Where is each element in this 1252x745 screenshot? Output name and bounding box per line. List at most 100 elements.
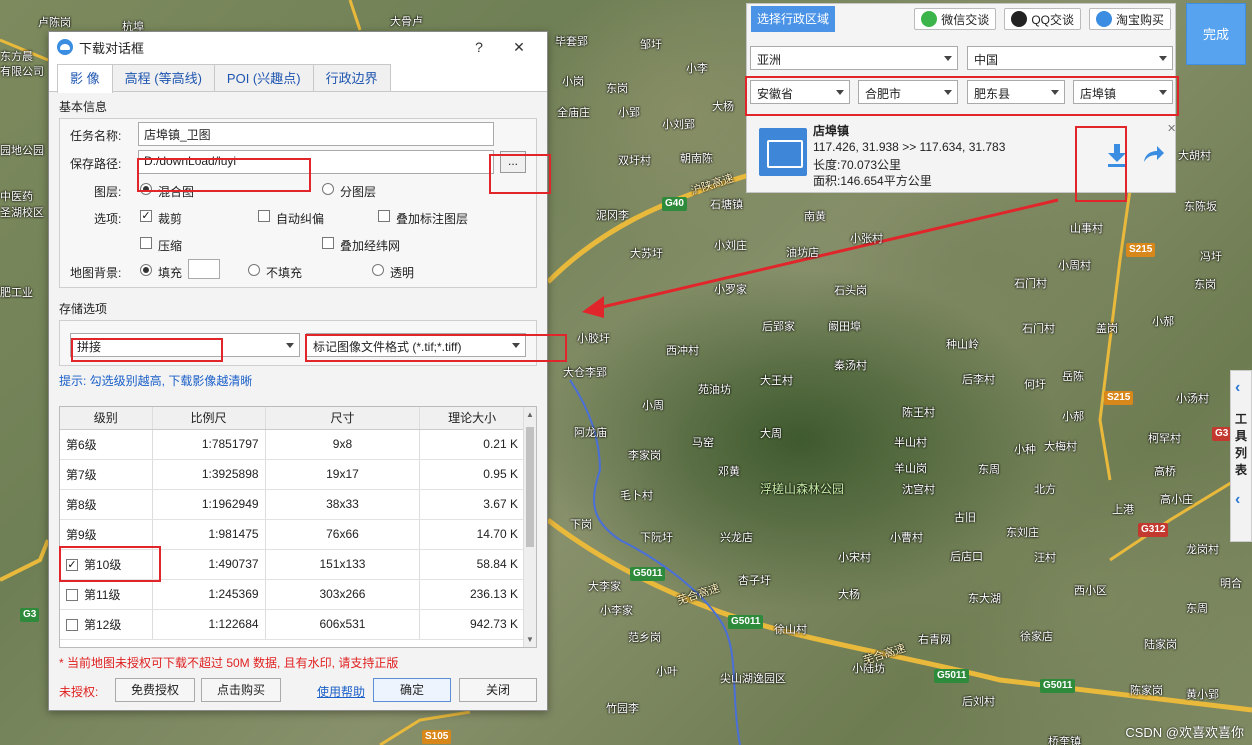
map-place-label: 阚田埠: [828, 321, 861, 333]
map-place-label: 北方: [1034, 484, 1056, 496]
size-cell: 151x133: [265, 549, 421, 580]
ok-button[interactable]: 确定: [373, 678, 451, 702]
country-select[interactable]: 中国: [967, 46, 1173, 70]
dialog-titlebar[interactable]: 下载对话框 ? ✕: [49, 32, 547, 62]
map-place-label: 岳陈: [1062, 371, 1084, 383]
task-name-input[interactable]: 店埠镇_卫图: [138, 122, 494, 146]
map-place-label: 东周: [1186, 603, 1208, 615]
close-dialog-button[interactable]: 关闭: [459, 678, 537, 702]
scroll-down-icon[interactable]: ▼: [526, 635, 534, 644]
help-link[interactable]: 使用帮助: [317, 683, 365, 700]
compress-checkbox[interactable]: [140, 237, 152, 249]
qq-chat-button[interactable]: QQ交谈: [1004, 8, 1081, 30]
column-header-theory[interactable]: 理论大小: [419, 407, 525, 430]
column-header-scale[interactable]: 比例尺: [152, 407, 266, 430]
toolbox-panel[interactable]: ‹ 工具列表 ‹: [1230, 370, 1252, 542]
map-place-label: 小张村: [850, 233, 883, 245]
info-close-icon[interactable]: ✕: [1167, 122, 1176, 135]
dialog-tabs: 影 像 高程 (等高线) POI (兴趣点) 行政边界: [49, 62, 547, 93]
layer-split-radio[interactable]: [322, 183, 334, 195]
level-checkbox[interactable]: [66, 589, 78, 602]
grid-label: 叠加经纬网: [340, 239, 401, 253]
scroll-up-icon[interactable]: ▲: [526, 410, 534, 419]
level-checkbox[interactable]: [66, 619, 78, 632]
finish-button[interactable]: 完成: [1186, 3, 1246, 65]
map-place-label: 卢陈岗: [38, 17, 71, 29]
table-header-row: 级别 比例尺 尺寸 理论大小: [60, 407, 525, 430]
map-place-label: 徐家店: [1020, 631, 1053, 643]
map-place-label: 陆家岗: [1144, 639, 1177, 651]
scale-cell: 1:490737: [152, 549, 266, 580]
level-cell[interactable]: 第6级: [60, 429, 153, 460]
size-cell: 38x33: [265, 489, 421, 520]
level-cell[interactable]: 第12级: [60, 609, 153, 640]
table-row[interactable]: 第6级 1:7851797 9x8 0.21 K: [60, 429, 525, 460]
map-place-label: 东岗: [606, 83, 628, 95]
map-place-label: 尖山湖逸园区: [720, 673, 786, 685]
map-place-label: 阿龙庙: [574, 427, 607, 439]
map-place-label: 杏子圩: [738, 575, 771, 587]
road-number-badge: S215: [1126, 243, 1156, 257]
bg-fill-radio[interactable]: [140, 264, 152, 276]
crop-checkbox[interactable]: ✓: [140, 210, 152, 222]
tab-elevation[interactable]: 高程 (等高线): [111, 64, 215, 91]
grid-checkbox[interactable]: [322, 237, 334, 249]
column-header-level[interactable]: 级别: [60, 407, 153, 430]
column-header-size[interactable]: 尺寸: [265, 407, 421, 430]
road-number-badge: G40: [662, 197, 687, 211]
chevron-left-icon[interactable]: ‹: [1235, 491, 1240, 509]
map-place-label: 东大湖: [968, 593, 1001, 605]
level-cell[interactable]: 第8级: [60, 489, 153, 520]
table-row[interactable]: 第7级 1:3925898 19x17 0.95 K: [60, 459, 525, 490]
map-place-label: 小周村: [1058, 260, 1091, 272]
layer-split-label: 分图层: [340, 185, 377, 199]
continent-select[interactable]: 亚洲: [750, 46, 958, 70]
scale-cell: 1:245369: [152, 579, 266, 610]
level-cell[interactable]: 第11级: [60, 579, 153, 610]
map-place-label: 小叶: [656, 666, 678, 678]
map-place-label: 陈王村: [902, 407, 935, 419]
buy-button[interactable]: 点击购买: [201, 678, 281, 702]
road-number-badge: G5011: [1040, 679, 1076, 693]
level-cell[interactable]: 第9级: [60, 519, 153, 550]
table-scrollbar[interactable]: ▲ ▼: [523, 407, 536, 647]
map-place-label: 古旧: [954, 512, 976, 524]
map-place-label: 毛卜村: [620, 490, 653, 502]
tab-poi[interactable]: POI (兴趣点): [213, 64, 314, 91]
table-row[interactable]: 第9级 1:981475 76x66 14.70 K: [60, 519, 525, 550]
map-place-label: 石头岗: [834, 285, 867, 297]
tab-boundary[interactable]: 行政边界: [312, 64, 391, 91]
bg-color-swatch[interactable]: [188, 259, 220, 279]
map-place-label: 陈家岗: [1130, 685, 1163, 697]
theory-size-cell: 3.67 K: [419, 489, 525, 520]
table-row[interactable]: 第12级 1:122684 606x531 942.73 K: [60, 609, 525, 640]
close-button[interactable]: ✕: [499, 39, 539, 56]
map-place-label: 柯罕村: [1148, 433, 1181, 445]
map-place-label: 小李: [686, 63, 708, 75]
map-place-label: 上港: [1112, 504, 1134, 516]
help-button[interactable]: ?: [459, 39, 499, 55]
road-number-badge: G5011: [728, 615, 764, 629]
map-place-label: 小郝: [1152, 316, 1174, 328]
bg-transparent-radio[interactable]: [372, 264, 384, 276]
region-panel: 选择行政区域 微信交谈 QQ交谈 淘宝购买 亚洲 中国 安徽省 合肥市 肥东县: [745, 3, 1179, 202]
tab-imagery[interactable]: 影 像: [57, 64, 113, 93]
taobao-buy-button[interactable]: 淘宝购买: [1088, 8, 1171, 30]
scroll-thumb[interactable]: [526, 427, 534, 547]
watermark: CSDN @欢喜欢喜你: [1125, 725, 1244, 740]
size-cell: 9x8: [265, 429, 421, 460]
level-cell[interactable]: 第7级: [60, 459, 153, 490]
map-place-label: 沈宫村: [902, 484, 935, 496]
table-row[interactable]: 第8级 1:1962949 38x33 3.67 K: [60, 489, 525, 520]
wechat-chat-button[interactable]: 微信交谈: [914, 8, 997, 30]
map-place-label: 大李家: [588, 581, 621, 593]
share-icon[interactable]: [1141, 142, 1165, 168]
overlay-label-checkbox[interactable]: [378, 210, 390, 222]
table-row[interactable]: 第11级 1:245369 303x266 236.13 K: [60, 579, 525, 610]
free-auth-button[interactable]: 免费授权: [115, 678, 195, 702]
chevron-left-icon[interactable]: ‹: [1235, 379, 1240, 397]
autofix-checkbox[interactable]: [258, 210, 270, 222]
region-tab[interactable]: 选择行政区域: [751, 6, 836, 32]
bg-nofill-radio[interactable]: [248, 264, 260, 276]
map-place-label: 肥工业: [0, 287, 33, 299]
